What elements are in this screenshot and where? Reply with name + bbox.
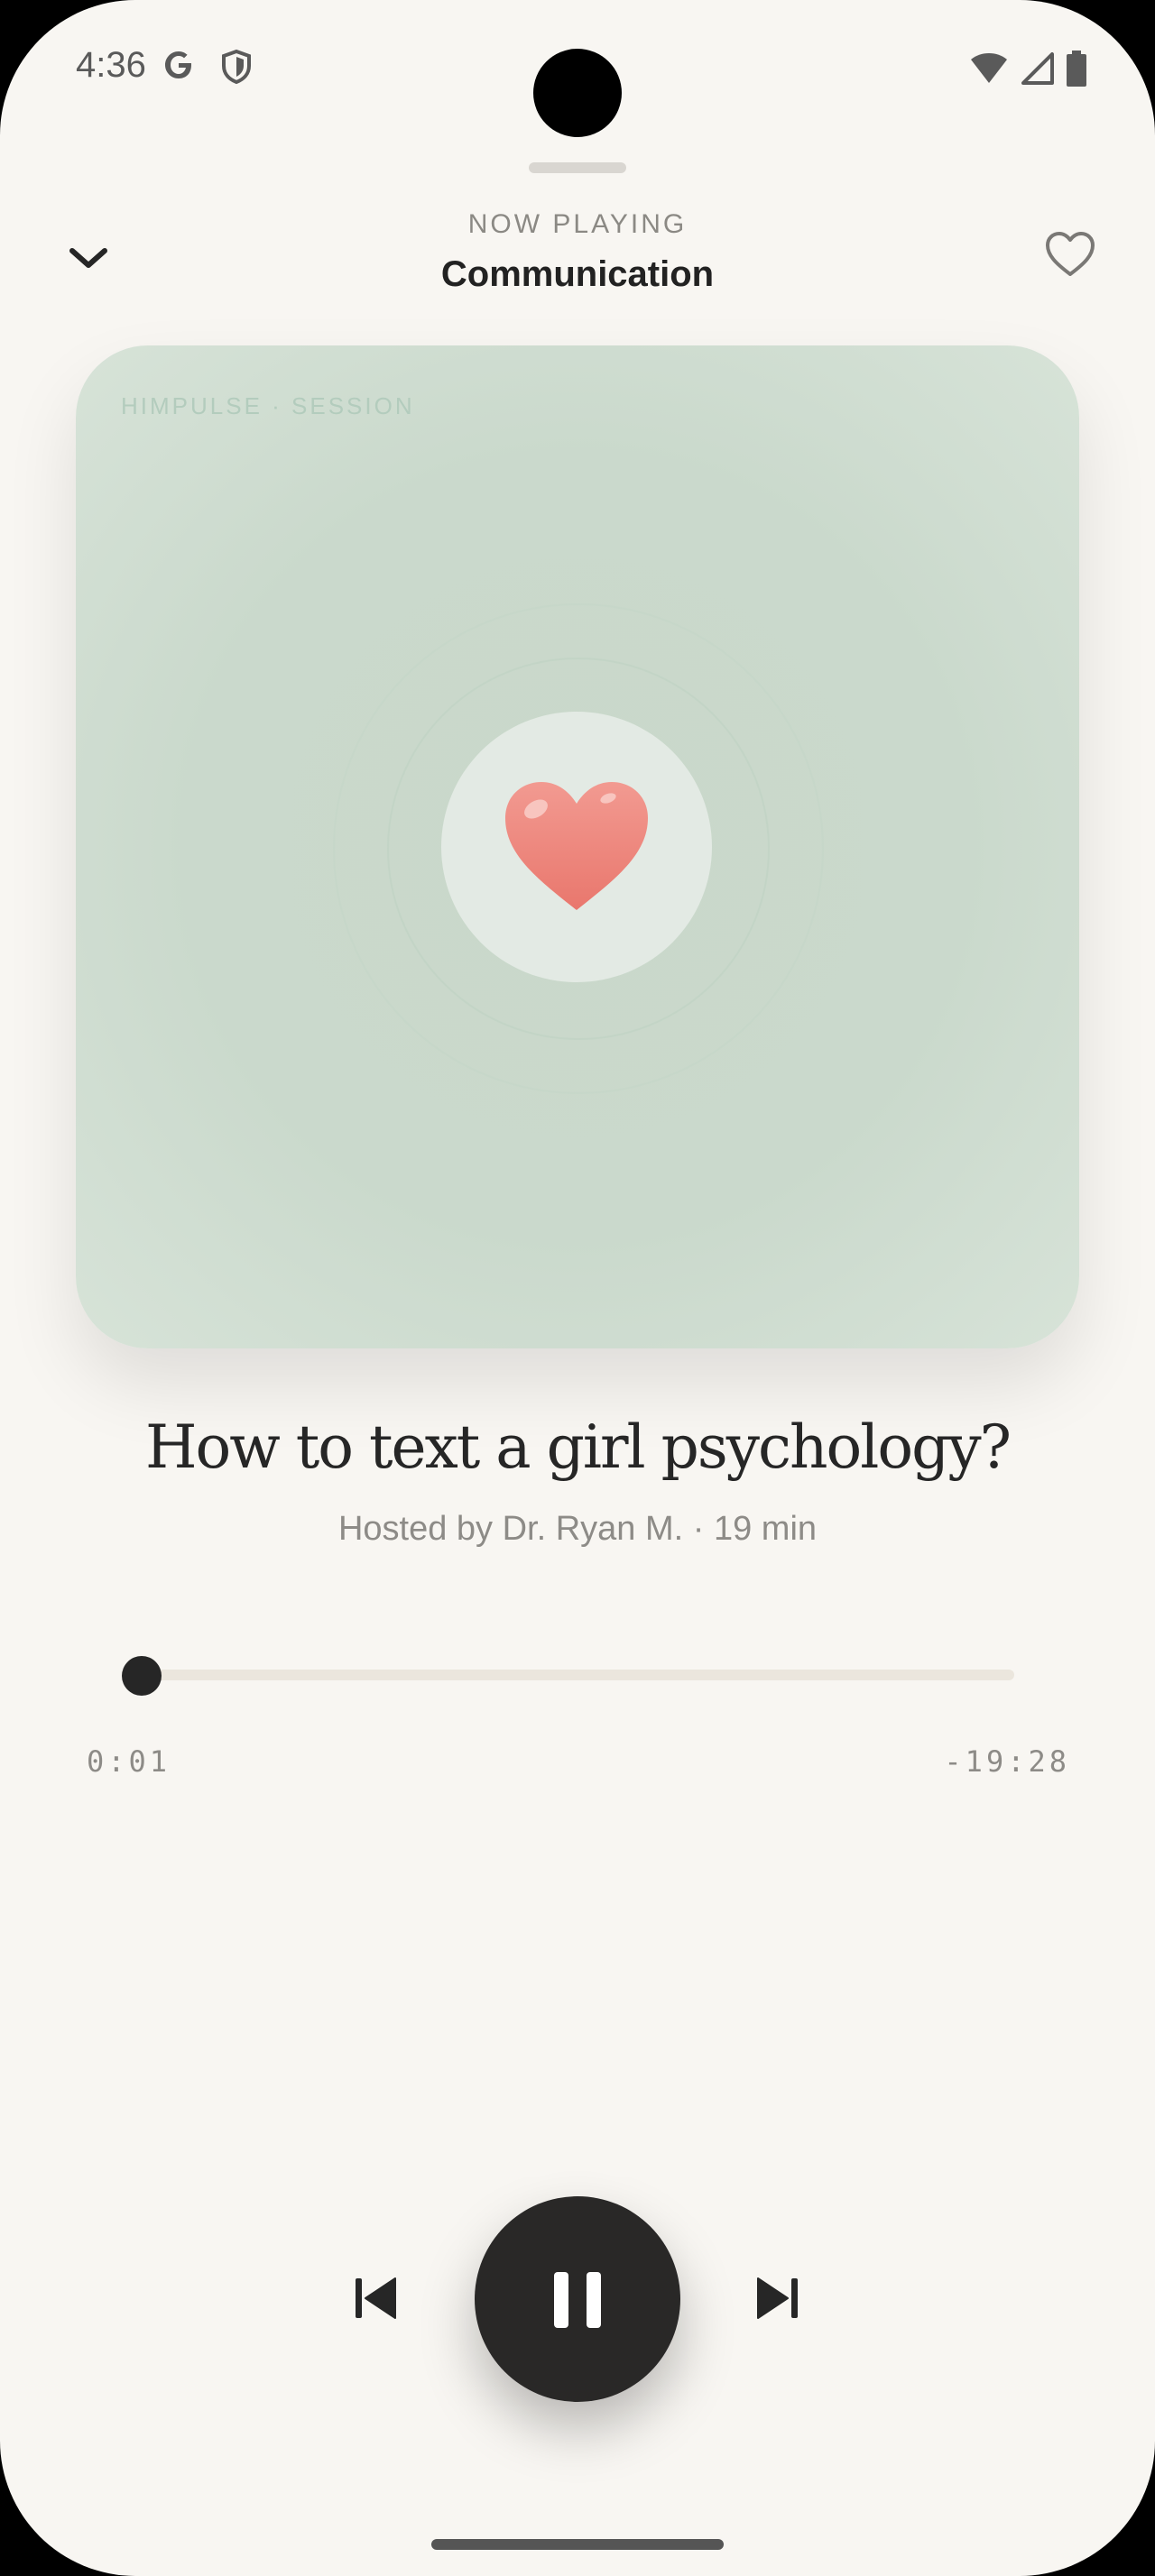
favorite-heart-icon[interactable] — [1043, 227, 1097, 281]
home-indicator[interactable] — [431, 2539, 724, 2550]
progress-track[interactable] — [141, 1670, 1014, 1680]
drag-handle[interactable] — [529, 162, 626, 173]
status-icons — [969, 51, 1086, 87]
artwork-card: HIMPULSE · SESSION — [76, 345, 1079, 1348]
time-remaining: -19:28 — [944, 1744, 1070, 1779]
shield-icon — [222, 49, 251, 85]
pause-button[interactable] — [475, 2196, 680, 2402]
category-title: Communication — [440, 254, 715, 294]
progress-thumb[interactable] — [121, 1656, 162, 1696]
wifi-icon — [971, 53, 1007, 83]
episode-meta: Hosted by Dr. Ryan M. · 19 min — [337, 1510, 818, 1548]
skip-next-icon[interactable] — [753, 2273, 803, 2323]
signal-icon — [1021, 52, 1054, 85]
camera-cutout — [533, 49, 622, 137]
google-icon — [165, 51, 191, 78]
battery-icon — [1067, 51, 1086, 87]
skip-previous-icon[interactable] — [350, 2273, 401, 2323]
now-playing-label: NOW PLAYING — [467, 209, 688, 239]
time-elapsed: 0:01 — [87, 1744, 171, 1779]
now-playing-screen: 4:36 NOW PLAYING Communication HIMPULSE … — [0, 0, 1155, 2576]
episode-title: How to text a girl psychology? — [144, 1412, 1012, 1482]
artwork-label: HIMPULSE · SESSION — [121, 392, 415, 419]
pause-icon — [554, 2272, 601, 2328]
heart-icon — [505, 782, 648, 910]
status-time: 4:36 — [76, 45, 146, 85]
